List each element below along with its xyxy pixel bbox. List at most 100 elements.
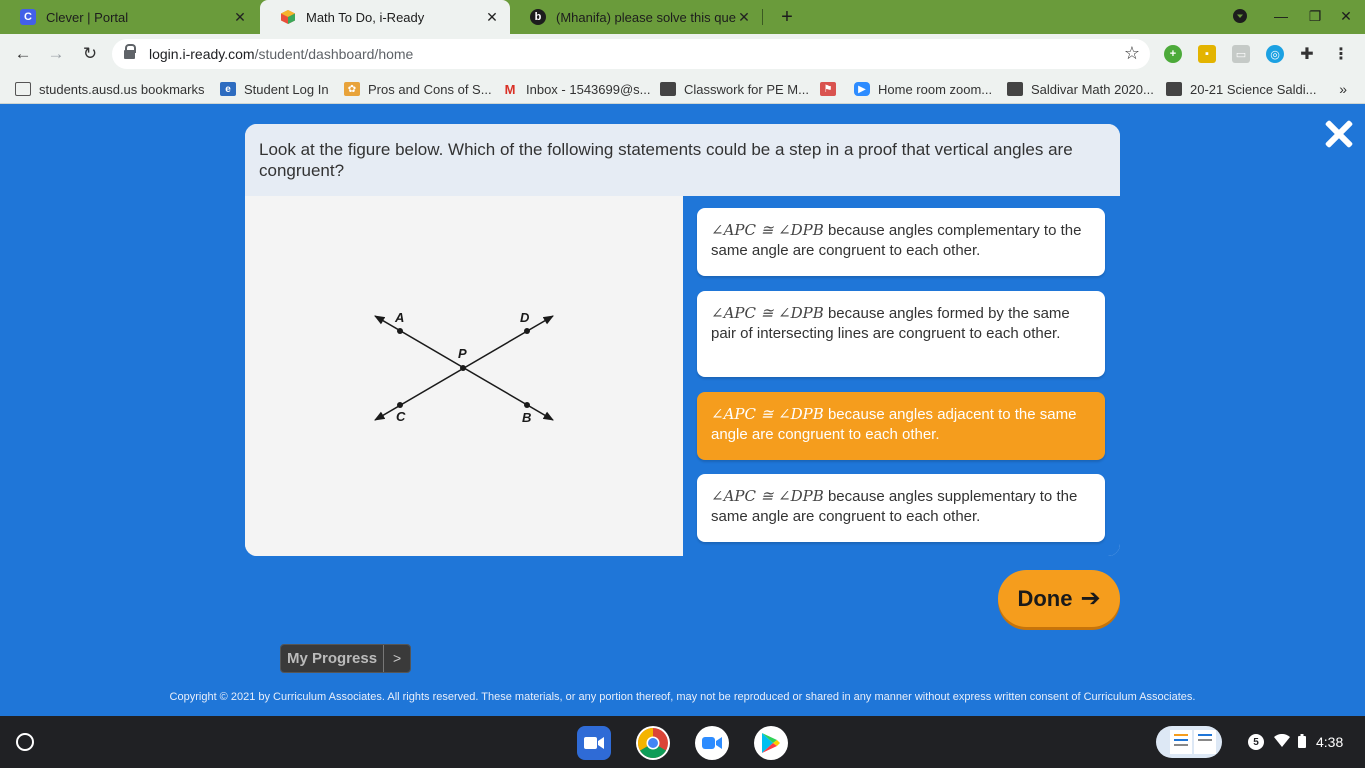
bookmark-folder[interactable]: students.ausd.us bookmarks <box>15 81 204 97</box>
extension-globe-icon[interactable]: ◎ <box>1266 45 1284 63</box>
choice-math: ∠APC ≅ ∠DPB <box>711 405 824 423</box>
zoom-icon: ▶ <box>854 82 870 96</box>
tab-separator <box>762 9 763 25</box>
gmail-icon: M <box>504 81 516 97</box>
done-button[interactable]: Done ➔ <box>998 570 1120 627</box>
close-icon[interactable]: ✕ <box>736 9 752 25</box>
extension-cast-icon[interactable]: ▭ <box>1232 45 1250 63</box>
vertical-angles-figure: A D P C B <box>374 310 554 425</box>
bookmark-label: students.ausd.us bookmarks <box>39 81 205 97</box>
play-store-icon[interactable] <box>754 726 788 760</box>
point-d <box>524 328 530 334</box>
launcher-icon[interactable] <box>16 733 34 751</box>
answer-choices: ∠APC ≅ ∠DPB because angles complementary… <box>683 196 1120 556</box>
clock: 4:38 <box>1316 734 1344 750</box>
folder-icon <box>15 82 31 96</box>
url-path: /student/dashboard/home <box>254 46 414 62</box>
point-b <box>524 402 530 408</box>
window-close-icon[interactable]: ✕ <box>1336 6 1356 26</box>
extensions-puzzle-icon[interactable]: ✚ <box>1298 45 1316 63</box>
os-shelf: 5 4:38 <box>0 716 1365 768</box>
wifi-icon <box>1274 733 1290 750</box>
address-bar[interactable]: login.i-ready.com /student/dashboard/hom… <box>112 39 1150 69</box>
chevron-right-icon: > <box>383 645 411 672</box>
choice-math: ∠APC ≅ ∠DPB <box>711 221 824 239</box>
iready-icon <box>280 9 296 25</box>
classroom-icon <box>1007 82 1023 96</box>
tote-thumbnails[interactable] <box>1156 726 1222 758</box>
browser-toolbar: ← → ↻ login.i-ready.com /student/dashboa… <box>0 34 1365 74</box>
bookmark-label: Home room zoom... <box>878 81 993 97</box>
back-arrow-icon[interactable]: ← <box>13 44 33 64</box>
paw-icon: ✿ <box>344 82 360 96</box>
answer-choice-3-selected[interactable]: ∠APC ≅ ∠DPB because angles adjacent to t… <box>697 392 1105 460</box>
new-tab-button[interactable]: + <box>775 5 799 29</box>
bookmark-classwork[interactable]: Classwork for PE M... <box>660 81 809 97</box>
e-icon: e <box>220 82 236 96</box>
bookmark-flag[interactable]: ⚑ <box>820 81 844 97</box>
camera-icon[interactable] <box>577 726 611 760</box>
bookmark-student-login[interactable]: e Student Log In <box>220 81 329 97</box>
classroom-icon <box>1166 82 1182 96</box>
copyright-text: Copyright © 2021 by Curriculum Associate… <box>169 691 1196 703</box>
bookmark-star-icon[interactable]: ☆ <box>1124 43 1140 64</box>
choice-math: ∠APC ≅ ∠DPB <box>711 304 824 322</box>
answer-choice-2[interactable]: ∠APC ≅ ∠DPB because angles formed by the… <box>697 291 1105 377</box>
tab-strip: C Clever | Portal ✕ Math To Do, i-Ready … <box>0 0 1365 34</box>
lesson-page: Look at the figure below. Which of the f… <box>0 104 1365 716</box>
label-d: D <box>520 310 530 325</box>
bookmark-label: Inbox - 1543699@s... <box>526 81 651 97</box>
zoom-icon[interactable] <box>695 726 729 760</box>
chrome-icon[interactable] <box>636 726 670 760</box>
tab-iready[interactable]: Math To Do, i-Ready ✕ <box>260 0 510 34</box>
tab-title: Clever | Portal <box>46 9 129 25</box>
bookmark-homeroom-zoom[interactable]: ▶ Home room zoom... <box>854 81 992 97</box>
figure-pane: A D P C B <box>245 196 683 556</box>
tab-clever[interactable]: C Clever | Portal ✕ <box>0 0 258 34</box>
flag-icon: ⚑ <box>820 82 836 96</box>
answer-choice-1[interactable]: ∠APC ≅ ∠DPB because angles complementary… <box>697 208 1105 276</box>
bookmark-saldivar-math[interactable]: Saldivar Math 2020... <box>1007 81 1154 97</box>
brainly-icon: b <box>530 9 546 25</box>
label-a: A <box>394 310 404 325</box>
minimize-icon[interactable]: — <box>1271 6 1291 26</box>
extension-classroom-icon[interactable]: ▪ <box>1198 45 1216 63</box>
done-label: Done <box>1017 585 1073 611</box>
close-icon[interactable]: ✕ <box>232 9 248 25</box>
bookmark-pros-cons[interactable]: ✿ Pros and Cons of S... <box>344 81 492 97</box>
menu-kebab-icon[interactable]: ⋮ <box>1332 45 1350 63</box>
reload-icon[interactable]: ↻ <box>80 44 100 64</box>
point-a <box>397 328 403 334</box>
maximize-icon[interactable]: ❐ <box>1305 6 1325 26</box>
point-c <box>397 402 403 408</box>
bookmark-label: Student Log In <box>244 81 329 97</box>
tab-title: (Mhanifa) please solve this ques <box>556 9 736 25</box>
tab-brainly[interactable]: b (Mhanifa) please solve this ques ✕ <box>510 0 762 34</box>
question-prompt: Look at the figure below. Which of the f… <box>245 124 1120 196</box>
label-p: P <box>458 346 467 361</box>
label-b: B <box>522 410 531 425</box>
bookmark-inbox[interactable]: M Inbox - 1543699@s... <box>502 81 651 97</box>
forward-arrow-icon[interactable]: → <box>46 44 66 64</box>
close-icon[interactable]: ✕ <box>484 9 500 25</box>
bookmarks-overflow-button[interactable]: » <box>1339 81 1347 97</box>
my-progress-button[interactable]: My Progress > <box>280 644 412 673</box>
bookmark-label: Pros and Cons of S... <box>368 81 492 97</box>
my-progress-label: My Progress <box>281 645 384 672</box>
extension-plus-icon[interactable]: + <box>1164 45 1182 63</box>
classroom-icon <box>660 82 676 96</box>
tab-search-icon[interactable] <box>1230 6 1250 26</box>
url-domain: login.i-ready.com <box>149 46 255 62</box>
lock-icon <box>124 43 136 60</box>
tab-title: Math To Do, i-Ready <box>306 9 425 25</box>
bookmark-label: Classwork for PE M... <box>684 81 809 97</box>
battery-icon <box>1298 733 1306 751</box>
bookmark-science[interactable]: 20-21 Science Saldi... <box>1166 81 1316 97</box>
label-c: C <box>396 409 406 424</box>
close-lesson-icon[interactable] <box>1323 118 1355 150</box>
bookmark-label: Saldivar Math 2020... <box>1031 81 1154 97</box>
bookmark-label: 20-21 Science Saldi... <box>1190 81 1317 97</box>
status-area[interactable]: 5 4:38 <box>1236 726 1356 758</box>
answer-choice-4[interactable]: ∠APC ≅ ∠DPB because angles supplementary… <box>697 474 1105 542</box>
notification-count: 5 <box>1248 734 1264 750</box>
